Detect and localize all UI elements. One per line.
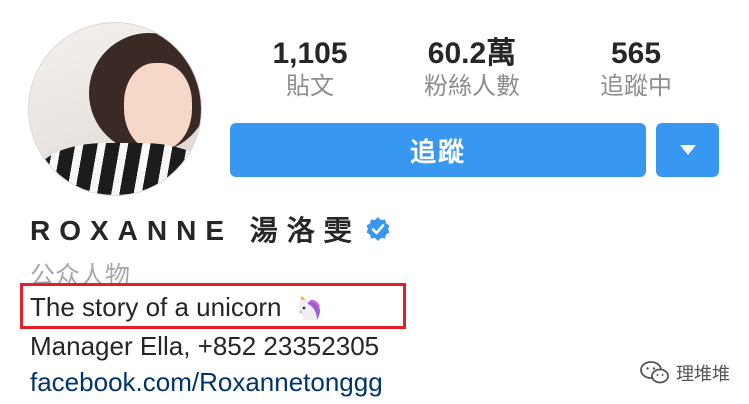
profile-website-link[interactable]: facebook.com/Roxannetonggg xyxy=(30,367,383,398)
stat-followers-value: 60.2萬 xyxy=(427,37,517,70)
stat-followers-label: 粉絲人數 xyxy=(424,73,520,100)
avatar-jacket xyxy=(39,143,201,195)
stat-following-value: 565 xyxy=(610,37,662,70)
profile-bio-text: The story of a unicorn xyxy=(30,292,282,322)
profile-avatar[interactable] xyxy=(28,22,202,196)
stat-posts-value: 1,105 xyxy=(272,37,348,70)
stat-posts-label: 貼文 xyxy=(286,73,334,100)
profile-contact: Manager Ella, +852 23352305 xyxy=(30,331,380,361)
stat-following-label: 追蹤中 xyxy=(600,73,672,100)
stat-posts[interactable]: 1,105 貼文 xyxy=(240,38,380,102)
unicorn-emoji-icon xyxy=(299,296,321,320)
watermark: 理堆堆 xyxy=(640,360,730,386)
profile-name: ROXANNE 湯洛雯 xyxy=(30,215,361,246)
avatar-face xyxy=(124,63,192,151)
follow-button[interactable]: 追蹤 xyxy=(230,123,646,177)
watermark-text: 理堆堆 xyxy=(676,364,730,384)
stat-followers[interactable]: 60.2萬 粉絲人數 xyxy=(402,38,542,102)
profile-name-row: ROXANNE 湯洛雯 xyxy=(30,210,391,248)
suggestions-dropdown-button[interactable] xyxy=(656,123,719,177)
chevron-down-icon xyxy=(679,145,696,155)
profile-bio: The story of a unicorn xyxy=(30,292,323,323)
follow-button-label: 追蹤 xyxy=(409,136,466,167)
verified-badge-icon xyxy=(366,217,390,241)
wechat-icon xyxy=(640,361,669,384)
stat-following[interactable]: 565 追蹤中 xyxy=(566,38,706,102)
